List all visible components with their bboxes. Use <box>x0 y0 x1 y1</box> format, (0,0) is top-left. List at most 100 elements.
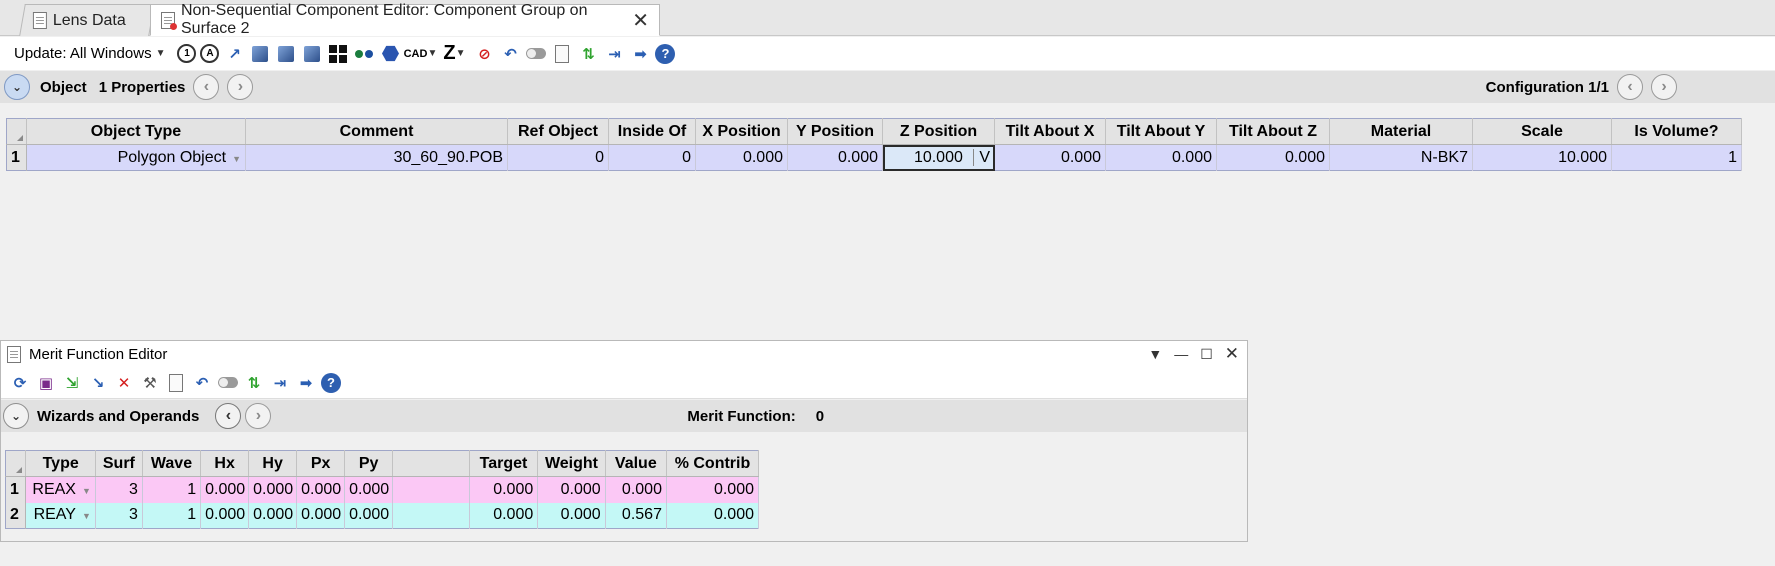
column-header[interactable]: Inside Of <box>608 118 696 145</box>
column-header[interactable]: Scale <box>1472 118 1612 145</box>
type-cell[interactable]: REAY ▼ <box>25 502 96 529</box>
delete-icon[interactable]: ✕ <box>113 372 135 394</box>
prev-config-button[interactable]: ‹ <box>1617 74 1643 100</box>
column-header[interactable]: Tilt About X <box>994 118 1106 145</box>
stop-icon[interactable]: ⊘ <box>473 43 495 65</box>
undo-icon[interactable]: ↶ <box>499 43 521 65</box>
type-cell[interactable]: REAX ▼ <box>25 476 96 503</box>
prev-operand-button[interactable]: ‹ <box>215 403 242 429</box>
solve-type-marker[interactable]: V <box>973 148 990 166</box>
wizard-icon[interactable]: ⚒ <box>139 372 161 394</box>
cad-dropdown[interactable]: CAD ▼ <box>404 43 438 65</box>
prev-object-button[interactable]: ‹ <box>193 74 220 100</box>
close-icon[interactable]: ✕ <box>1225 344 1239 364</box>
column-header[interactable] <box>392 450 470 477</box>
column-header[interactable]: Px <box>296 450 346 477</box>
column-header[interactable]: % Contrib <box>666 450 760 477</box>
hexagon-object-icon[interactable] <box>379 43 401 65</box>
column-header[interactable]: Y Position <box>787 118 883 145</box>
minimize-icon[interactable]: — <box>1174 346 1188 362</box>
next-object-button[interactable]: › <box>227 74 254 100</box>
value-cell[interactable]: 0.567 <box>605 502 667 529</box>
surf-cell[interactable]: 3 <box>95 476 143 503</box>
column-header[interactable]: Hx <box>200 450 250 477</box>
column-header[interactable]: Material <box>1329 118 1473 145</box>
tilt-y-cell[interactable]: 0.000 <box>1105 144 1217 171</box>
help-icon[interactable]: ? <box>321 372 341 393</box>
contrib-cell[interactable]: 0.000 <box>666 502 760 529</box>
help-icon[interactable]: ? <box>655 43 676 64</box>
column-header[interactable]: X Position <box>695 118 788 145</box>
column-header[interactable]: Object Type <box>26 118 246 145</box>
hy-cell[interactable]: 0.000 <box>248 476 298 503</box>
weight-cell[interactable]: 0.000 <box>537 476 606 503</box>
hx-cell[interactable]: 0.000 <box>200 476 250 503</box>
z-dropdown[interactable]: Z ▼ <box>439 42 469 65</box>
ray-trace-icon[interactable]: ↗ <box>223 43 245 65</box>
wave-cell[interactable]: 1 <box>142 502 202 529</box>
swap-icon[interactable]: ⇅ <box>577 43 599 65</box>
contrib-cell[interactable]: 0.000 <box>666 476 760 503</box>
next-operand-button[interactable]: › <box>245 403 272 429</box>
column-header[interactable]: Tilt About Y <box>1105 118 1217 145</box>
collapse-arrows-icon[interactable]: ⇥ <box>269 372 291 394</box>
hy-cell[interactable]: 0.000 <box>248 502 298 529</box>
weight-cell[interactable]: 0.000 <box>537 502 606 529</box>
surf-cell[interactable]: 3 <box>95 502 143 529</box>
hx-cell[interactable]: 0.000 <box>200 502 250 529</box>
column-header[interactable]: Weight <box>537 450 606 477</box>
z-position-cell[interactable]: 10.000 V <box>882 144 995 171</box>
swap-icon[interactable]: ⇅ <box>243 372 265 394</box>
material-cell[interactable]: N-BK7 <box>1329 144 1473 171</box>
page-icon[interactable] <box>551 43 573 65</box>
chevron-down-icon[interactable]: ▼ <box>1148 346 1162 362</box>
column-header[interactable]: Tilt About Z <box>1216 118 1330 145</box>
close-icon[interactable]: ✕ <box>632 8 649 33</box>
is-volume-cell[interactable]: 1 <box>1611 144 1742 171</box>
arrow-right-icon[interactable]: ➡ <box>295 372 317 394</box>
column-header[interactable]: Ref Object <box>507 118 609 145</box>
column-header[interactable]: Type <box>25 450 96 477</box>
tilt-z-cell[interactable]: 0.000 <box>1216 144 1330 171</box>
detector-viewer-icon[interactable] <box>353 43 375 65</box>
grid-view-icon[interactable] <box>327 43 349 65</box>
scale-cell[interactable]: 10.000 <box>1472 144 1612 171</box>
shaded-model-icon[interactable] <box>275 43 297 65</box>
next-config-button[interactable]: › <box>1651 74 1677 100</box>
maximize-icon[interactable]: ☐ <box>1200 346 1213 363</box>
collapse-toggle[interactable]: ⌄ <box>3 403 29 429</box>
column-header[interactable]: Is Volume? <box>1611 118 1742 145</box>
py-cell[interactable]: 0.000 <box>344 476 394 503</box>
y-position-cell[interactable]: 0.000 <box>787 144 883 171</box>
window-title-bar[interactable]: Merit Function Editor ▼ — ☐ ✕ <box>1 341 1247 367</box>
column-header[interactable]: Target <box>469 450 539 477</box>
column-header[interactable]: Wave <box>142 450 202 477</box>
reload-all-icon[interactable]: A <box>200 44 220 63</box>
empty-cell[interactable] <box>392 502 470 529</box>
comment-cell[interactable]: 30_60_90.POB <box>245 144 508 171</box>
solid-object-icon[interactable] <box>249 43 271 65</box>
object-type-cell[interactable]: Polygon Object ▼ <box>26 144 246 171</box>
px-cell[interactable]: 0.000 <box>296 476 346 503</box>
insert-icon[interactable]: ↘ <box>87 372 109 394</box>
toggle-icon[interactable] <box>217 372 239 394</box>
row-number[interactable]: 2 <box>5 502 27 529</box>
value-cell[interactable]: 0.000 <box>605 476 667 503</box>
empty-cell[interactable] <box>392 476 470 503</box>
collapse-arrows-icon[interactable]: ⇥ <box>603 43 625 65</box>
refresh-icon[interactable]: ⟳ <box>9 372 31 394</box>
column-header[interactable]: Surf <box>95 450 143 477</box>
toggle-icon[interactable] <box>525 43 547 65</box>
update-dropdown[interactable]: Update: All Windows ▼ <box>14 45 165 62</box>
column-header[interactable]: Hy <box>248 450 298 477</box>
target-cell[interactable]: 0.000 <box>469 502 539 529</box>
file-icon[interactable] <box>165 372 187 394</box>
load-icon[interactable]: ⇲ <box>61 372 83 394</box>
arrow-right-icon[interactable]: ➡ <box>629 43 651 65</box>
row-number[interactable]: 1 <box>5 476 27 503</box>
inside-of-cell[interactable]: 0 <box>608 144 696 171</box>
px-cell[interactable]: 0.000 <box>296 502 346 529</box>
wave-cell[interactable]: 1 <box>142 476 202 503</box>
tab-lens-data[interactable]: Lens Data <box>19 4 155 36</box>
column-header[interactable]: Comment <box>245 118 508 145</box>
